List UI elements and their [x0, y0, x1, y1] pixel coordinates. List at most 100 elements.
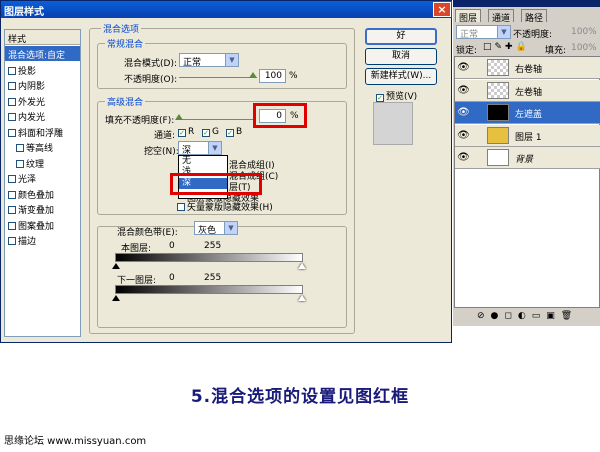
layer-opacity-label: 不透明度:: [513, 30, 553, 40]
style-item[interactable]: 图案叠加: [5, 217, 80, 232]
checkbox[interactable]: [8, 97, 16, 106]
style-item[interactable]: 颜色叠加: [5, 186, 80, 201]
ok-button[interactable]: 好: [365, 28, 437, 45]
knockout-option-none[interactable]: 无: [179, 156, 227, 167]
channel-b-checkbox[interactable]: ✓ B: [226, 127, 242, 137]
checkbox: [177, 203, 185, 211]
style-item[interactable]: 斜面和浮雕: [5, 124, 80, 139]
checkbox[interactable]: [8, 113, 16, 121]
layer-row[interactable]: 👁 左遮盖: [455, 102, 600, 124]
style-item-label: 外发光: [18, 97, 46, 108]
opacity-unit: %: [289, 71, 298, 81]
style-item[interactable]: 等高线: [5, 139, 80, 154]
general-blending-title: 常规混合: [105, 37, 146, 50]
chevron-down-icon: ▼: [224, 222, 237, 234]
eye-icon[interactable]: 👁: [457, 129, 470, 142]
layer-opacity-value[interactable]: 100%: [571, 27, 597, 37]
opacity-slider-track[interactable]: [179, 77, 257, 78]
new-style-button[interactable]: 新建样式(W)...: [365, 68, 437, 85]
this-layer-max: 255: [204, 241, 222, 251]
style-item[interactable]: 混合选项:自定: [5, 46, 80, 61]
layer-row[interactable]: 👁 图层 1: [455, 124, 600, 147]
this-layer-gradient: [115, 253, 303, 262]
option-vector-mask[interactable]: 矢量蒙版隐藏效果(H): [177, 200, 273, 213]
fill-opacity-input[interactable]: 0: [259, 109, 286, 123]
style-item-label: 斜面和浮雕: [18, 128, 64, 139]
checkbox[interactable]: [8, 66, 16, 75]
channels-label: 通道:: [154, 131, 176, 141]
layer-name: 图层 1: [515, 132, 542, 143]
style-item[interactable]: 纹理: [5, 155, 80, 170]
tab-paths[interactable]: 路径: [521, 9, 548, 24]
under-layer-black-slider[interactable]: [112, 295, 120, 301]
under-layer-max: 255: [204, 273, 222, 283]
under-layer-gradient: [115, 285, 303, 294]
style-item-label: 投影: [18, 66, 37, 77]
checkbox[interactable]: [8, 237, 16, 245]
style-item[interactable]: 投影: [5, 62, 80, 77]
blend-mode-select[interactable]: 正常 ▼: [179, 53, 239, 68]
layer-blend-mode-select[interactable]: 正常 ▼: [456, 25, 511, 40]
checkbox[interactable]: [16, 159, 24, 168]
checkbox[interactable]: [8, 175, 16, 183]
style-item[interactable]: 内阴影: [5, 77, 80, 92]
footer-site: 思缘论坛 www.missyuan.com: [4, 436, 147, 447]
caption: 5.混合选项的设置见图红框: [190, 387, 410, 407]
channel-g-checkbox[interactable]: ✓ G: [202, 127, 219, 137]
eye-icon[interactable]: 👁: [457, 151, 470, 164]
checkbox[interactable]: [8, 221, 16, 230]
style-item[interactable]: 渐变叠加: [5, 201, 80, 216]
style-item[interactable]: 描边: [5, 232, 80, 247]
layer-name: 背景: [515, 155, 534, 165]
style-item-label: 图案叠加: [18, 221, 55, 232]
channel-r-checkbox[interactable]: ✓ R: [178, 127, 194, 137]
styles-list: 样式 混合选项:自定投影 内阴影外发光 内发光斜面和浮雕 等高线 纹理 光泽 颜色叠加 渐变叠…: [4, 29, 81, 337]
lock-icons[interactable]: □✎✚🔒: [483, 42, 530, 52]
checkbox[interactable]: [16, 144, 24, 152]
knockout-highlight-box: [170, 173, 262, 195]
layer-row[interactable]: 👁 背景: [455, 147, 600, 169]
fill-opacity-slider-track[interactable]: [179, 119, 253, 120]
style-item[interactable]: 内发光: [5, 108, 80, 123]
eye-icon[interactable]: 👁: [457, 84, 470, 97]
close-button[interactable]: ×: [433, 2, 451, 17]
this-layer-black-slider[interactable]: [112, 263, 120, 269]
this-layer-white-slider[interactable]: [298, 263, 306, 269]
opacity-label: 不透明度(O):: [124, 75, 178, 85]
layer-name: 右卷轴: [515, 65, 543, 75]
styles-header: 样式: [5, 30, 80, 45]
under-layer-white-slider[interactable]: [298, 295, 306, 301]
checkbox[interactable]: [8, 128, 16, 137]
fill-opacity-slider-thumb[interactable]: [175, 113, 183, 120]
blend-if-select[interactable]: 灰色 ▼: [194, 221, 238, 236]
layer-footer-icons[interactable]: ⊘●◻◐▭▣🗑: [477, 311, 578, 321]
checkbox[interactable]: [8, 82, 16, 90]
checkbox[interactable]: [8, 190, 16, 199]
lock-label: 锁定:: [456, 46, 478, 56]
layer-row[interactable]: 👁 右卷轴: [455, 57, 600, 79]
style-item[interactable]: 外发光: [5, 93, 80, 108]
blend-if-label: 混合颜色带(E):: [117, 228, 178, 238]
check-icon: ✓: [178, 129, 186, 137]
fill-opacity-unit: %: [290, 111, 299, 121]
style-item[interactable]: 光泽: [5, 170, 80, 185]
layer-thumbnail: [487, 126, 509, 144]
cancel-button[interactable]: 取消: [365, 48, 437, 65]
tab-channels[interactable]: 通道: [488, 9, 515, 24]
panel-title-strip: [453, 0, 600, 7]
layer-style-dialog: 图层样式 × 样式 混合选项:自定 投影 内阴影 外发光 内发光 斜面和浮雕 等高线 纹理 光泽…: [0, 0, 453, 343]
preview-swatch: [373, 102, 413, 145]
eye-icon[interactable]: 👁: [457, 106, 470, 119]
tab-layers[interactable]: 图层: [455, 9, 482, 24]
opacity-input[interactable]: 100: [259, 69, 286, 83]
check-icon: ✓: [376, 94, 384, 102]
layer-fill-value[interactable]: 100%: [571, 43, 597, 53]
checkbox[interactable]: [8, 206, 16, 214]
opacity-slider-thumb[interactable]: [249, 71, 257, 78]
check-icon: ✓: [226, 129, 234, 137]
knockout-select[interactable]: 深 ▼: [178, 141, 222, 156]
layer-row[interactable]: 👁 左卷轴: [455, 79, 600, 102]
preview-checkbox[interactable]: ✓ 预览(V): [376, 89, 417, 102]
eye-icon[interactable]: 👁: [457, 61, 470, 74]
layer-fill-label: 填充:: [545, 46, 567, 56]
